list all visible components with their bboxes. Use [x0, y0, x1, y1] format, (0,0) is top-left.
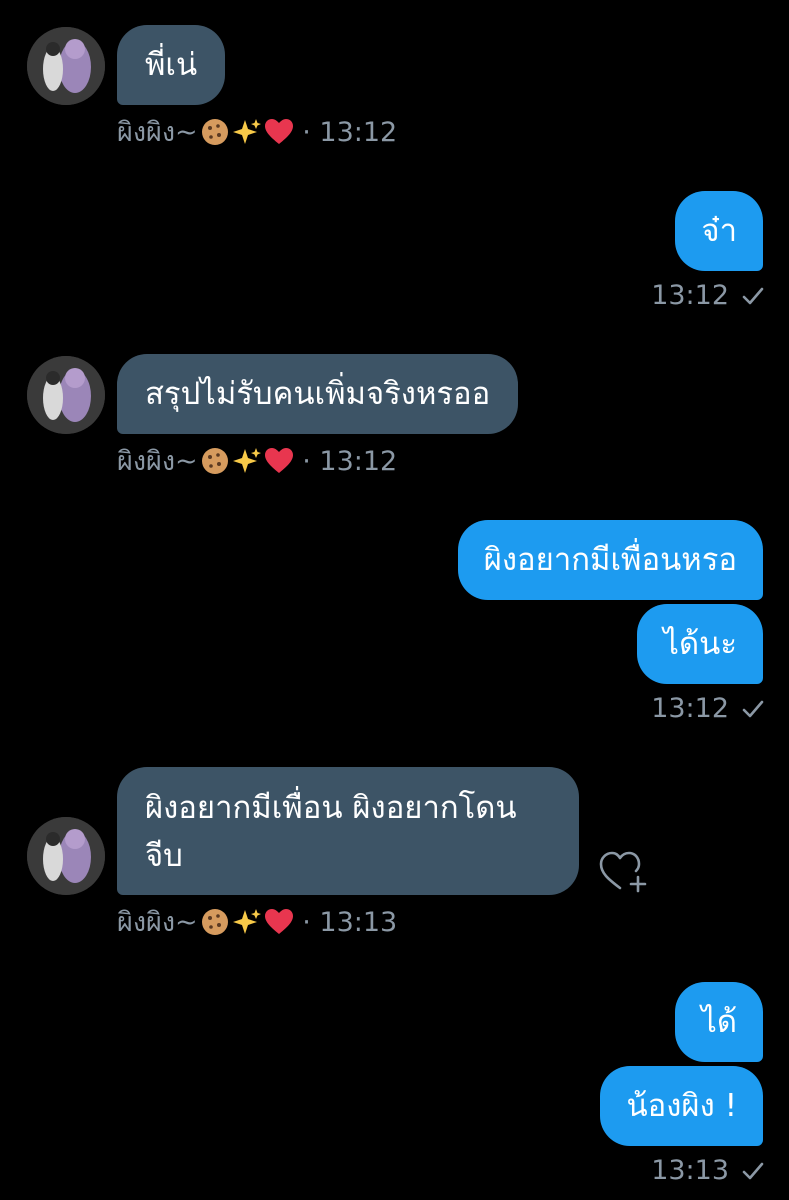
- outgoing-message-bubble[interactable]: ได้: [675, 982, 763, 1062]
- sender-name: ผิงผิง~: [117, 446, 198, 477]
- message-text: จ๋า: [701, 213, 737, 249]
- message-meta: ผิงผิง~ · 13:12: [117, 445, 397, 479]
- sparkles-icon: [232, 119, 261, 144]
- timestamp: 13:13: [651, 1155, 729, 1186]
- sender-name: ผิงผิง~: [117, 907, 198, 938]
- message-text: สรุปไม่รับคนเพิ่มจริงหรออ: [145, 376, 491, 412]
- heart-icon: [264, 909, 293, 934]
- message-meta: 13:12: [651, 692, 765, 726]
- timestamp: · 13:12: [293, 117, 398, 148]
- message-text: น้องผิง !: [626, 1088, 737, 1124]
- message-meta: ผิงผิง~ · 13:12: [117, 116, 397, 150]
- sender-avatar[interactable]: [27, 817, 105, 895]
- cookie-icon: [201, 448, 228, 474]
- outgoing-message-bubble[interactable]: ผิงอยากมีเพื่อนหรอ: [457, 520, 763, 600]
- outgoing-message-bubble[interactable]: จ๋า: [675, 191, 763, 271]
- outgoing-message-bubble[interactable]: ได้นะ: [637, 604, 763, 684]
- message-meta: ผิงผิง~ · 13:13: [117, 906, 397, 940]
- message-text: พี่เน่: [145, 47, 198, 83]
- check-icon: [742, 700, 764, 718]
- timestamp: · 13:13: [293, 907, 398, 938]
- cookie-icon: [201, 119, 228, 145]
- message-meta: 13:12: [651, 279, 765, 313]
- sparkles-icon: [232, 909, 261, 934]
- message-text-line: ผิงอยากมีเพื่อน ผิงอยากโดน: [145, 790, 517, 826]
- message-text: ได้: [701, 1004, 737, 1040]
- react-heart-plus-icon[interactable]: [598, 848, 652, 894]
- check-icon: [742, 1162, 764, 1180]
- incoming-message-bubble[interactable]: ผิงอยากมีเพื่อน ผิงอยากโดน จีบ: [117, 767, 579, 895]
- incoming-message-bubble[interactable]: พี่เน่: [117, 25, 226, 105]
- sender-name: ผิงผิง~: [117, 117, 198, 148]
- incoming-message-bubble[interactable]: สรุปไม่รับคนเพิ่มจริงหรออ: [117, 354, 519, 434]
- message-meta: 13:13: [651, 1154, 765, 1188]
- heart-icon: [264, 119, 293, 144]
- outgoing-message-bubble[interactable]: น้องผิง !: [600, 1066, 763, 1146]
- sender-avatar[interactable]: [27, 27, 105, 105]
- heart-icon: [264, 448, 293, 473]
- message-text-line: จีบ: [145, 838, 183, 874]
- timestamp: · 13:12: [293, 446, 398, 477]
- timestamp: 13:12: [651, 280, 729, 311]
- message-text: ได้นะ: [663, 626, 737, 662]
- message-text: ผิงอยากมีเพื่อนหรอ: [483, 542, 737, 578]
- cookie-icon: [201, 909, 228, 935]
- sender-avatar[interactable]: [27, 356, 105, 434]
- sparkles-icon: [232, 448, 261, 473]
- timestamp: 13:12: [651, 693, 729, 724]
- check-icon: [742, 287, 764, 305]
